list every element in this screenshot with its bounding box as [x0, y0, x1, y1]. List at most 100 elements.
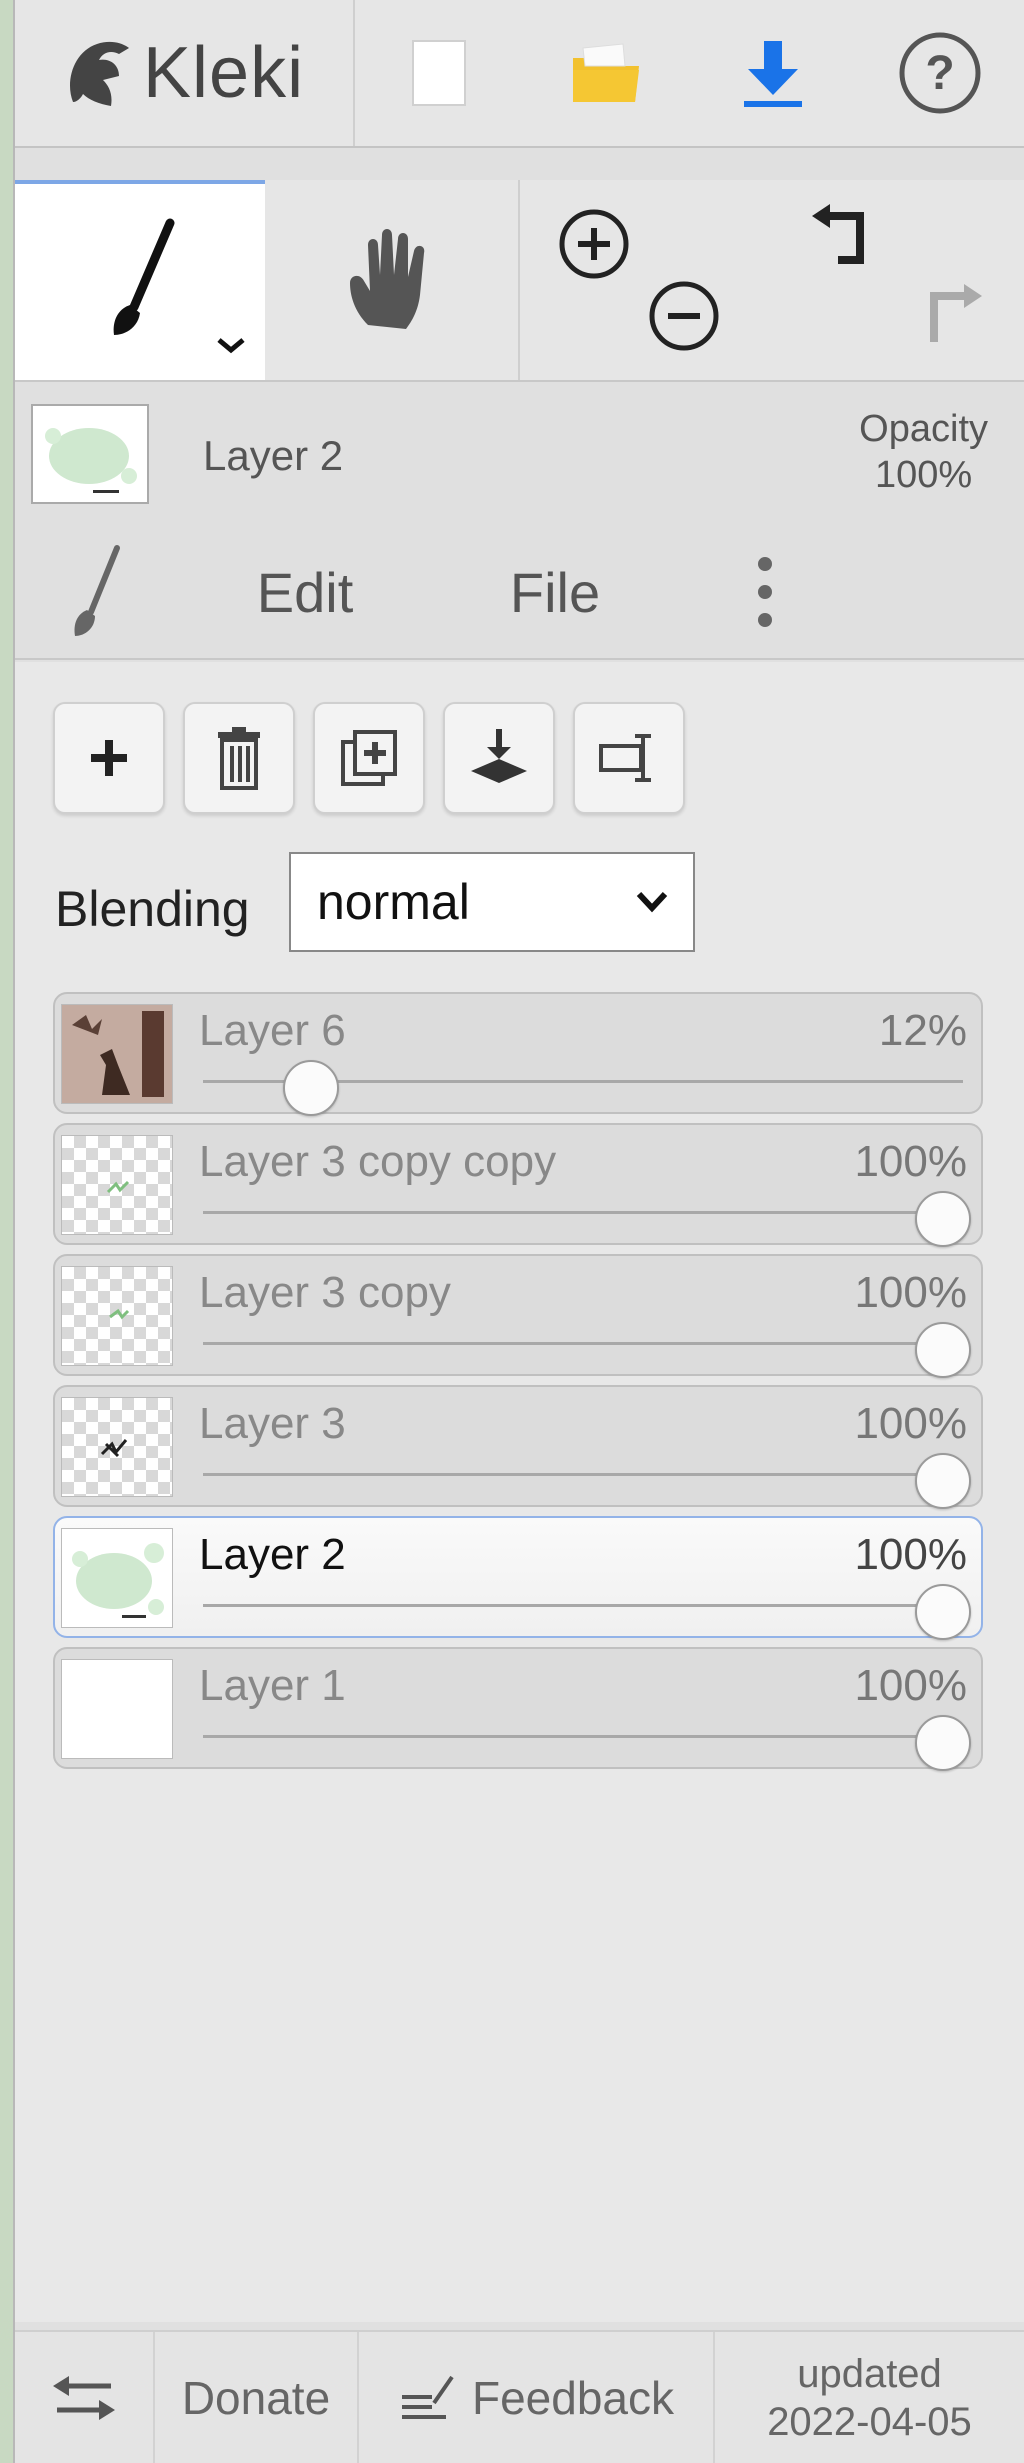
updated-date: 2022-04-05	[767, 2399, 972, 2444]
new-document-icon	[411, 40, 466, 106]
layer-opacity: 100%	[854, 1268, 967, 1317]
help-button[interactable]: ?	[857, 0, 1024, 146]
kleki-logo[interactable]: Kleki	[15, 0, 355, 146]
top-bar: Kleki ?	[15, 0, 1024, 148]
layer-list: Layer 6 12% Layer 3 copy copy 100% Layer…	[53, 992, 983, 1778]
help-icon: ?	[899, 32, 981, 114]
merge-down-icon	[471, 729, 527, 783]
tab-file[interactable]: File	[435, 526, 675, 658]
layer-thumbnail-image	[33, 406, 147, 502]
redo-icon[interactable]	[918, 280, 992, 350]
swap-arrows-icon	[53, 2375, 115, 2420]
rename-icon	[599, 734, 651, 782]
layer-item[interactable]: Layer 6 12%	[53, 992, 983, 1116]
merge-down-button[interactable]	[443, 702, 555, 814]
opacity-slider-handle[interactable]	[915, 1191, 971, 1247]
rename-layer-button[interactable]	[573, 702, 685, 814]
add-layer-button[interactable]	[53, 702, 165, 814]
opacity-slider-track[interactable]	[203, 1735, 963, 1738]
app-name: Kleki	[143, 33, 305, 113]
layer-opacity: 100%	[854, 1399, 967, 1448]
layer-item[interactable]: Layer 3 copy 100%	[53, 1254, 983, 1378]
tab-edit[interactable]: Edit	[175, 526, 435, 658]
layer-name: Layer 2	[199, 1530, 346, 1579]
tab-more[interactable]	[675, 526, 854, 658]
panel-tabs: Edit File	[15, 526, 1024, 992]
layer-name: Layer 1	[199, 1661, 346, 1710]
blending-select[interactable]: normal	[289, 852, 695, 952]
layer-item[interactable]: Layer 3 100%	[53, 1385, 983, 1509]
donate-button[interactable]: Donate	[155, 2332, 359, 2463]
current-layer-info: Layer 2 Opacity 100%	[15, 384, 1024, 514]
layer-opacity: 12%	[878, 1006, 967, 1055]
current-layer-thumbnail	[31, 404, 149, 504]
layer-thumbnail	[61, 1659, 173, 1759]
kleki-logo-icon	[70, 41, 129, 107]
opacity-slider-track[interactable]	[203, 1604, 963, 1607]
opacity-slider-track[interactable]	[203, 1473, 963, 1476]
bottom-bar: Donate Feedback updated 2022-04-05	[15, 2330, 1024, 2463]
opacity-slider-handle[interactable]	[915, 1453, 971, 1509]
app-window: Kleki ? Layer 2 Opacity 100% Edit File B…	[0, 0, 1024, 2463]
zoom-in-icon[interactable]	[556, 206, 632, 282]
plus-icon	[91, 740, 127, 776]
brush-tool-button[interactable]	[15, 180, 265, 380]
duplicate-layer-button[interactable]	[313, 702, 425, 814]
hand-tool-button[interactable]	[265, 180, 520, 380]
hand-icon	[349, 229, 424, 329]
zoom-out-icon[interactable]	[646, 278, 722, 354]
opacity-slider-handle[interactable]	[915, 1584, 971, 1640]
open-file-button[interactable]	[522, 0, 689, 146]
layer-opacity: 100%	[854, 1530, 967, 1579]
layer-item[interactable]: Layer 3 copy copy 100%	[53, 1123, 983, 1247]
undo-icon[interactable]	[802, 204, 876, 274]
feedback-button[interactable]: Feedback	[359, 2332, 715, 2463]
current-layer-name: Layer 2	[203, 432, 344, 479]
new-document-button[interactable]	[355, 0, 522, 146]
feedback-label: Feedback	[471, 2371, 674, 2424]
opacity-slider-handle[interactable]	[283, 1060, 340, 1116]
chevron-down-icon[interactable]	[213, 334, 249, 356]
layer-opacity: 100%	[854, 1137, 967, 1186]
layer-thumbnail	[61, 1266, 173, 1366]
svg-text:?: ?	[926, 47, 955, 100]
zoom-controls	[520, 180, 772, 380]
opacity-value: 100%	[874, 454, 973, 496]
delete-layer-button[interactable]	[183, 702, 295, 814]
feedback-icon	[401, 2375, 454, 2419]
tool-row	[15, 180, 1024, 382]
opacity-slider-handle[interactable]	[915, 1322, 971, 1378]
download-button[interactable]	[690, 0, 857, 146]
opacity-slider-track[interactable]	[203, 1211, 963, 1214]
chevron-down-icon	[636, 891, 668, 913]
opacity-slider-handle[interactable]	[915, 1715, 971, 1771]
layer-thumbnail-image	[100, 1439, 128, 1458]
layer-opacity: 100%	[854, 1661, 967, 1710]
layer-name: Layer 3	[199, 1399, 346, 1448]
undo-redo-controls	[772, 180, 1024, 380]
layer-name: Layer 3 copy copy	[199, 1137, 557, 1186]
updated-info[interactable]: updated 2022-04-05	[715, 2332, 1024, 2463]
layers-panel: Blending normal Layer 6 12% Layer 3 copy…	[15, 662, 1024, 2322]
side-panel: Kleki ? Layer 2 Opacity 100% Edit File B…	[15, 0, 1024, 2463]
layer-name: Layer 3 copy	[199, 1268, 451, 1317]
layer-item-active[interactable]: Layer 2 100%	[53, 1516, 983, 1640]
brush-icon	[113, 218, 175, 335]
layer-thumbnail-image	[62, 1005, 172, 1103]
more-vertical-icon	[757, 557, 772, 627]
layer-thumbnail	[61, 1528, 173, 1628]
open-folder-icon	[572, 43, 639, 102]
swap-side-button[interactable]	[15, 2332, 155, 2463]
layer-thumbnail-image	[109, 1308, 130, 1320]
layer-item[interactable]: Layer 1 100%	[53, 1647, 983, 1771]
layer-thumbnail	[61, 1135, 173, 1235]
opacity-slider-track[interactable]	[203, 1342, 963, 1345]
opacity-label: Opacity	[859, 408, 988, 450]
trash-icon	[218, 727, 260, 790]
current-layer-opacity: Opacity 100%	[859, 406, 988, 498]
layer-thumbnail	[61, 1004, 173, 1104]
updated-label: updated	[797, 2351, 942, 2396]
blending-label: Blending	[55, 881, 250, 937]
tab-brush[interactable]	[15, 526, 175, 658]
download-icon	[744, 41, 803, 107]
